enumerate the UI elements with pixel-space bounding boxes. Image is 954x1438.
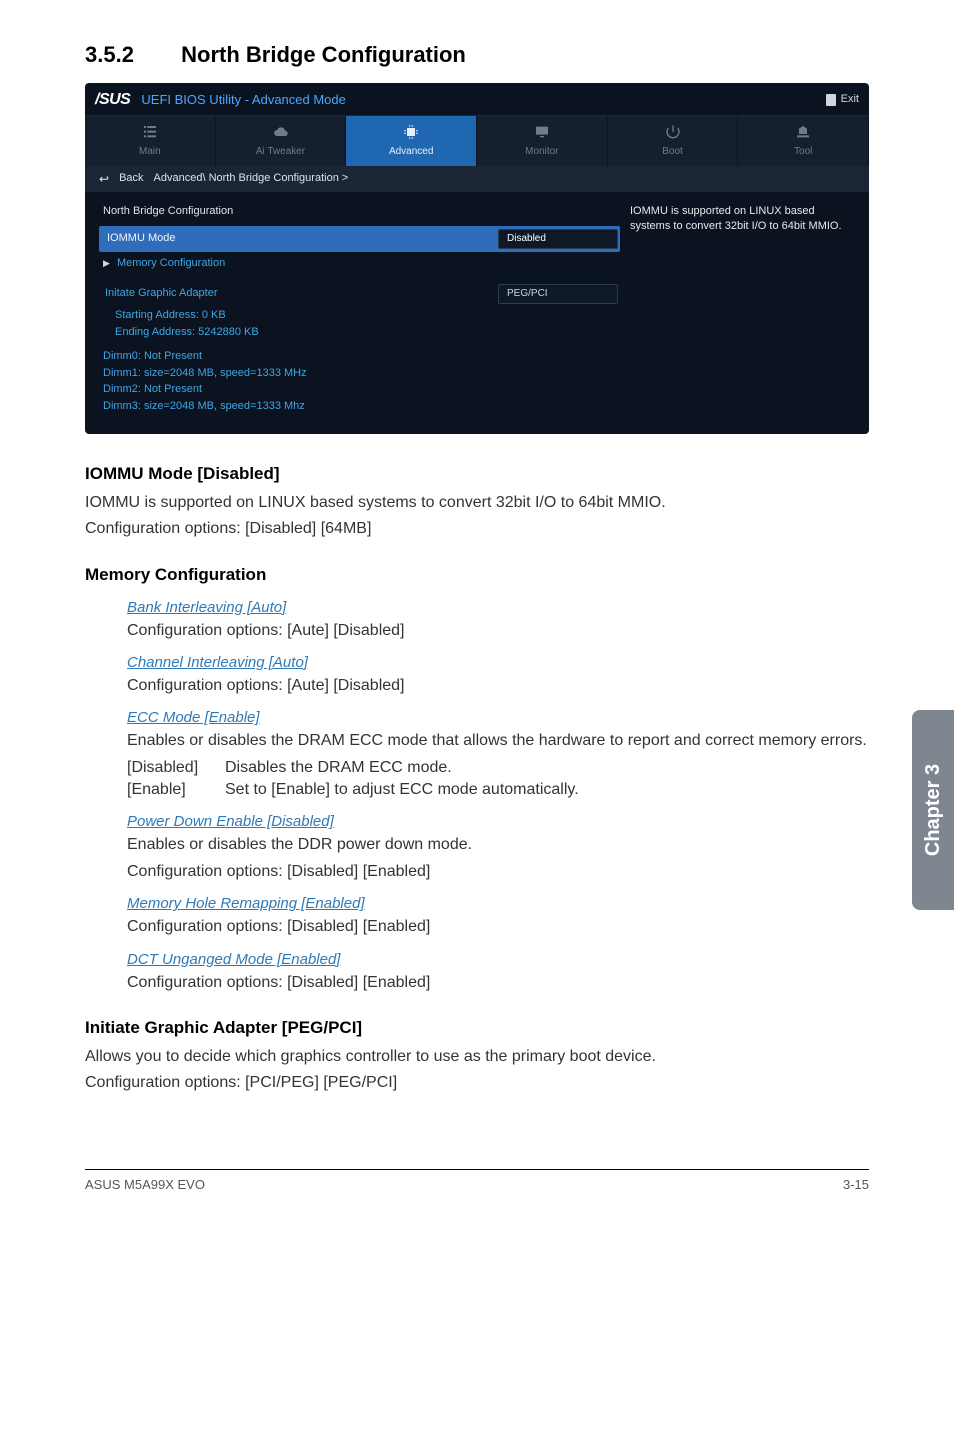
ecc-disabled-val: Disables the DRAM ECC mode. [225, 757, 452, 779]
exit-button[interactable]: Exit [826, 92, 859, 107]
channel-heading: Channel Interleaving [Auto] [127, 652, 869, 673]
tab-ai-label: Ai Tweaker [256, 146, 305, 157]
row-iommu-label: IOMMU Mode [107, 231, 175, 246]
row-memory-config[interactable]: ▶ Memory Configuration [99, 256, 620, 271]
row-iommu-value[interactable]: Disabled [498, 229, 618, 249]
bios-screenshot: /SUS UEFI BIOS Utility - Advanced Mode E… [85, 83, 869, 434]
bios-help-panel: IOMMU is supported on LINUX based system… [630, 202, 855, 414]
ecc-enable-val: Set to [Enable] to adjust ECC mode autom… [225, 779, 579, 801]
end-address: Ending Address: 5242880 KB [99, 324, 620, 341]
help-text: IOMMU is supported on LINUX based system… [630, 204, 855, 234]
exit-label: Exit [841, 92, 859, 107]
gfx-heading: Initiate Graphic Adapter [PEG/PCI] [85, 1016, 869, 1040]
section-title: North Bridge Configuration [181, 42, 466, 67]
ecc-heading: ECC Mode [Enable] [127, 707, 869, 728]
bios-title: UEFI BIOS Utility - Advanced Mode [141, 92, 345, 107]
ecc-enable-row: [Enable] Set to [Enable] to adjust ECC m… [127, 779, 869, 801]
dct-text: Configuration options: [Disabled] [Enabl… [127, 972, 869, 994]
dct-heading: DCT Unganged Mode [Enabled] [127, 949, 869, 970]
footer-right: 3-15 [843, 1176, 869, 1194]
bios-breadcrumb-bar: ↩ Back Advanced\ North Bridge Configurat… [85, 166, 869, 193]
bios-brand-area: /SUS UEFI BIOS Utility - Advanced Mode [95, 89, 346, 111]
iommu-heading: IOMMU Mode [Disabled] [85, 462, 869, 486]
monitor-icon [532, 124, 552, 140]
dimm1: Dimm1: size=2048 MB, speed=1333 MHz [99, 365, 620, 382]
memcfg-heading: Memory Configuration [85, 563, 869, 587]
row-iommu[interactable]: IOMMU Mode Disabled [99, 226, 620, 252]
chapter-side-label: Chapter 3 [919, 764, 947, 856]
bank-text: Configuration options: [Aute] [Disabled] [127, 620, 869, 642]
channel-text: Configuration options: [Aute] [Disabled] [127, 675, 869, 697]
panel-title: North Bridge Configuration [103, 204, 620, 219]
list-icon [140, 124, 160, 140]
memhole-heading: Memory Hole Remapping [Enabled] [127, 893, 869, 914]
brand-logo: /SUS [95, 91, 130, 108]
exit-icon [826, 94, 836, 106]
powerdown-text-1: Enables or disables the DDR power down m… [127, 834, 869, 856]
tab-boot-label: Boot [662, 146, 683, 157]
section-number: 3.5.2 [85, 40, 175, 71]
back-arrow-icon[interactable]: ↩ [99, 171, 109, 188]
bank-heading: Bank Interleaving [Auto] [127, 597, 869, 618]
tab-advanced[interactable]: Advanced [346, 116, 477, 165]
row-memcfg-label: Memory Configuration [117, 257, 225, 269]
tab-main-label: Main [139, 146, 161, 157]
start-address: Starting Address: 0 KB [99, 307, 620, 324]
power-icon [663, 124, 683, 140]
row-init-gfx[interactable]: Initate Graphic Adapter PEG/PCI [99, 281, 620, 307]
tab-advanced-label: Advanced [389, 146, 433, 157]
iommu-text-1: IOMMU is supported on LINUX based system… [85, 492, 869, 514]
gfx-text-2: Configuration options: [PCI/PEG] [PEG/PC… [85, 1072, 869, 1094]
tab-boot[interactable]: Boot [608, 116, 739, 165]
dimm3: Dimm3: size=2048 MB, speed=1333 Mhz [99, 398, 620, 415]
cloud-icon [271, 124, 291, 140]
breadcrumb: Advanced\ North Bridge Configuration > [154, 171, 349, 186]
row-init-gfx-value[interactable]: PEG/PCI [498, 284, 618, 304]
footer-left: ASUS M5A99X EVO [85, 1176, 205, 1194]
tab-tool-label: Tool [794, 146, 812, 157]
powerdown-text-2: Configuration options: [Disabled] [Enabl… [127, 861, 869, 883]
bios-main-panel: North Bridge Configuration IOMMU Mode Di… [99, 202, 620, 414]
iommu-text-2: Configuration options: [Disabled] [64MB] [85, 518, 869, 540]
tab-monitor-label: Monitor [525, 146, 558, 157]
back-label[interactable]: Back [119, 171, 143, 186]
ecc-enable-key: [Enable] [127, 779, 211, 801]
tool-icon [793, 124, 813, 140]
gfx-text-1: Allows you to decide which graphics cont… [85, 1046, 869, 1068]
section-heading: 3.5.2 North Bridge Configuration [85, 40, 869, 71]
ecc-text: Enables or disables the DRAM ECC mode th… [127, 730, 869, 752]
ecc-disabled-key: [Disabled] [127, 757, 211, 779]
memhole-text: Configuration options: [Disabled] [Enabl… [127, 916, 869, 938]
tab-tool[interactable]: Tool [738, 116, 869, 165]
tab-ai-tweaker[interactable]: Ai Tweaker [216, 116, 347, 165]
chapter-side-tab: Chapter 3 [912, 710, 954, 910]
bios-tabs: Main Ai Tweaker Advanced Monitor Boot To… [85, 116, 869, 165]
row-init-gfx-label: Initate Graphic Adapter [101, 286, 218, 301]
chevron-right-icon: ▶ [103, 258, 110, 268]
dimm2: Dimm2: Not Present [99, 381, 620, 398]
bios-topbar: /SUS UEFI BIOS Utility - Advanced Mode E… [85, 83, 869, 116]
ecc-disabled-row: [Disabled] Disables the DRAM ECC mode. [127, 757, 869, 779]
powerdown-heading: Power Down Enable [Disabled] [127, 811, 869, 832]
dimm0: Dimm0: Not Present [99, 348, 620, 365]
tab-monitor[interactable]: Monitor [477, 116, 608, 165]
tab-main[interactable]: Main [85, 116, 216, 165]
chip-icon [401, 124, 421, 140]
page-footer: ASUS M5A99X EVO 3-15 [85, 1169, 869, 1194]
